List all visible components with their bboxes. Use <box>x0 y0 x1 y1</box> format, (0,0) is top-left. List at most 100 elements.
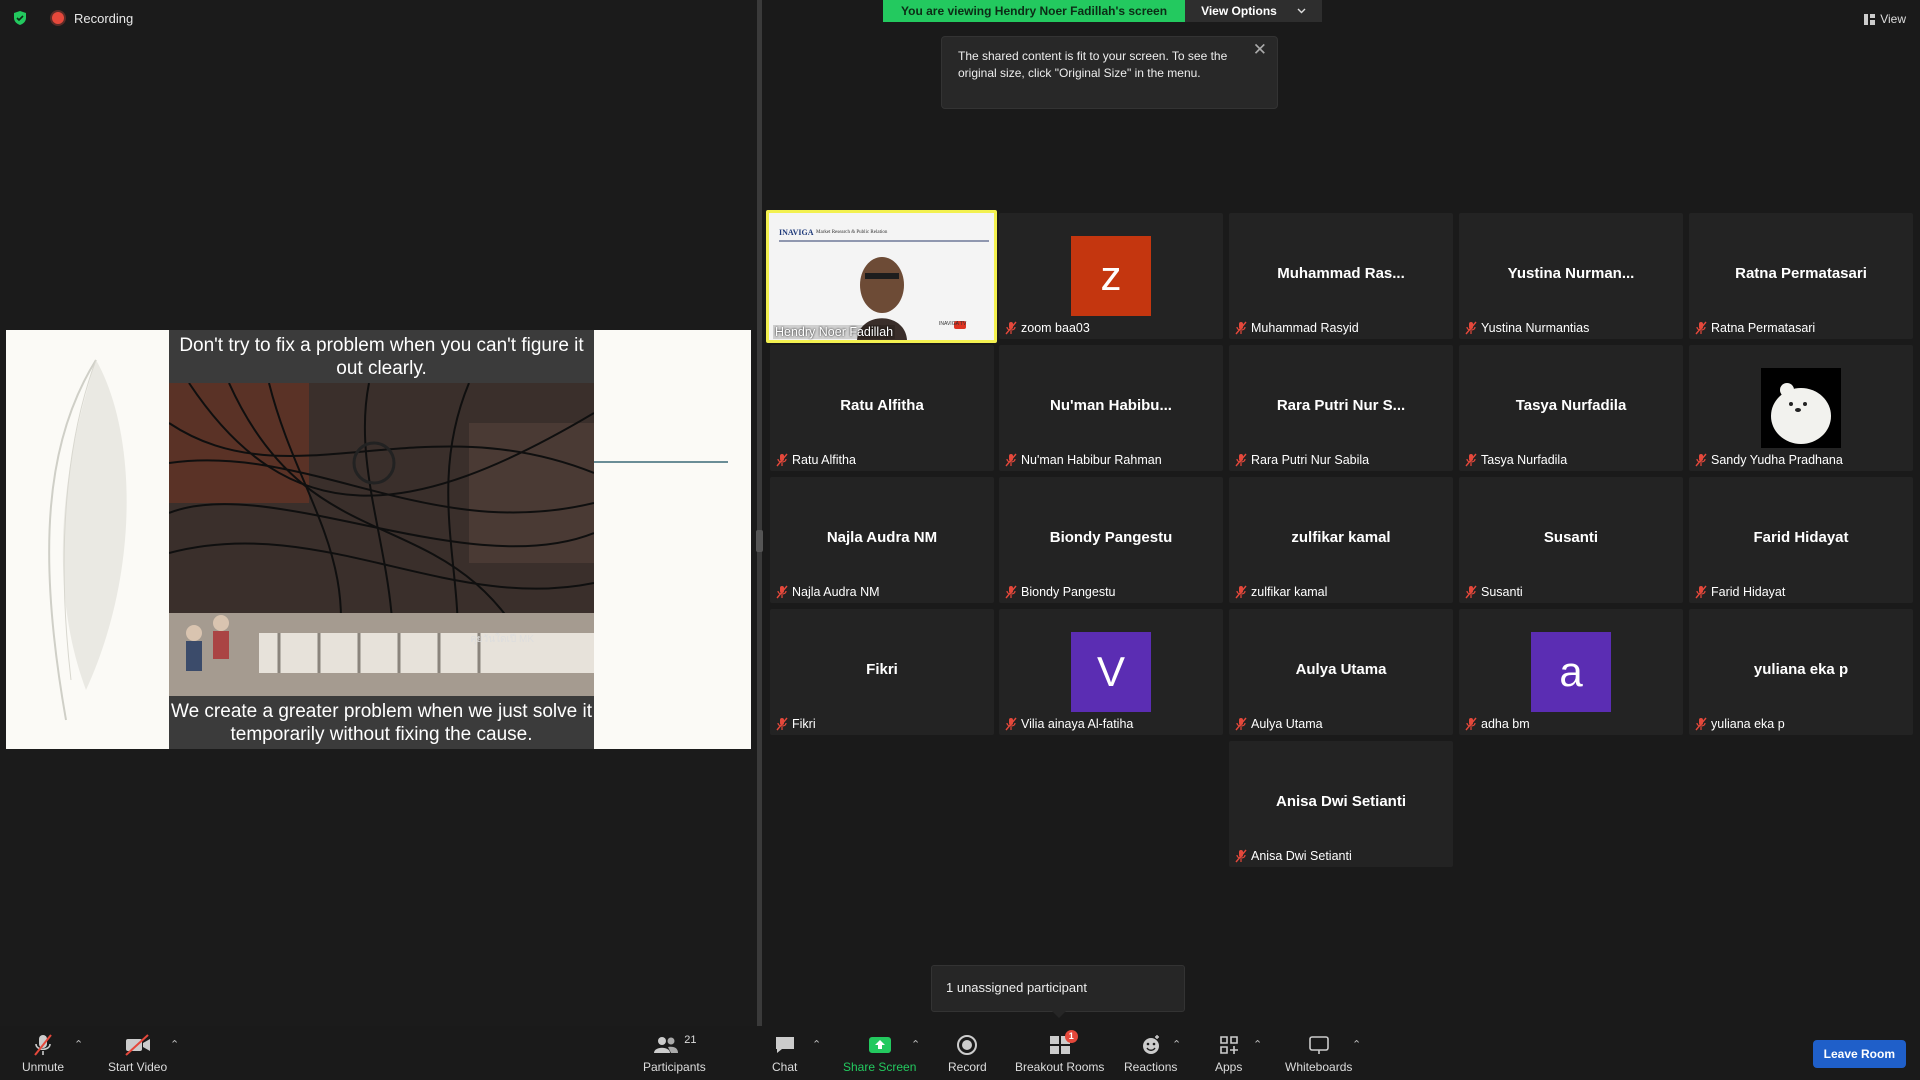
participant-display-name: Fikri <box>866 661 898 678</box>
whiteboard-icon <box>1308 1036 1329 1054</box>
breakout-rooms-button[interactable]: 1 Breakout Rooms <box>1015 1030 1104 1074</box>
view-options-button[interactable]: View Options <box>1185 0 1322 22</box>
participant-display-name: Nu'man Habibu... <box>1050 397 1172 414</box>
close-icon[interactable]: ✕ <box>1253 41 1267 58</box>
logo-subtitle: Market Research & Public Relation <box>816 230 888 235</box>
fit-screen-notification: The shared content is fit to your screen… <box>941 36 1278 109</box>
participant-tile[interactable]: Anisa Dwi Setianti Anisa Dwi Setianti <box>1229 741 1453 867</box>
reactions-caret-icon[interactable]: ⌃ <box>1172 1038 1181 1051</box>
participant-display-name: Aulya Utama <box>1295 661 1387 678</box>
participant-tile[interactable]: Yustina Nurman... Yustina Nurmantias <box>1459 213 1683 339</box>
chevron-down-icon <box>1297 8 1306 14</box>
participant-name: Fikri <box>792 717 816 731</box>
active-speaker-tile[interactable]: INAVIGA Market Research & Public Relatio… <box>766 210 997 343</box>
participant-name-label: Tasya Nurfadila <box>1465 453 1567 467</box>
slide-bottom-caption: We create a greater problem when we just… <box>169 696 594 749</box>
leave-room-button[interactable]: Leave Room <box>1812 1040 1906 1068</box>
audio-options-caret-icon[interactable]: ⌃ <box>74 1038 83 1051</box>
participant-tile[interactable]: Fikri Fikri <box>770 609 994 735</box>
muted-mic-icon <box>1005 717 1017 731</box>
chat-button[interactable]: Chat <box>772 1032 797 1074</box>
reactions-button[interactable]: Reactions <box>1124 1032 1177 1074</box>
muted-mic-icon <box>776 453 788 467</box>
shield-icon <box>14 11 26 25</box>
participant-tile[interactable]: zulfikar kamal zulfikar kamal <box>1229 477 1453 603</box>
video-options-caret-icon[interactable]: ⌃ <box>170 1038 179 1051</box>
participants-button[interactable]: 21 Participants <box>643 1032 706 1074</box>
participant-tile[interactable]: a adha bm <box>1459 609 1683 735</box>
participant-name: Aulya Utama <box>1251 717 1323 731</box>
record-button[interactable]: Record <box>948 1032 987 1074</box>
pane-divider[interactable] <box>757 0 762 1026</box>
slide-accent-line <box>594 461 728 463</box>
status-bar: Recording <box>12 10 133 26</box>
chat-label: Chat <box>772 1060 798 1074</box>
grid-icon <box>1864 13 1876 25</box>
tangled-cables-image <box>169 383 594 696</box>
recording-label[interactable]: Recording <box>74 11 133 26</box>
bear-sticker-avatar <box>1761 368 1841 448</box>
view-button[interactable]: View <box>1864 12 1906 26</box>
participant-tile[interactable]: yuliana eka p yuliana eka p <box>1689 609 1913 735</box>
participant-tile[interactable]: Muhammad Ras... Muhammad Rasyid <box>1229 213 1453 339</box>
participant-name-label: yuliana eka p <box>1695 717 1785 731</box>
participant-tile[interactable]: Susanti Susanti <box>1459 477 1683 603</box>
participant-tile[interactable]: Biondy Pangestu Biondy Pangestu <box>999 477 1223 603</box>
divider-handle[interactable] <box>756 530 763 552</box>
chat-icon <box>775 1037 794 1053</box>
participant-name-label: Ratu Alfitha <box>776 453 856 467</box>
participant-tile[interactable]: Tasya Nurfadila Tasya Nurfadila <box>1459 345 1683 471</box>
participant-name-label: Farid Hidayat <box>1695 585 1785 599</box>
participant-tile[interactable]: V Vilia ainaya Al-fatiha <box>999 609 1223 735</box>
participant-name-label: Fikri <box>776 717 816 731</box>
presentation-slide: Don't try to fix a problem when you can'… <box>6 330 751 749</box>
participant-name-label: Yustina Nurmantias <box>1465 321 1589 335</box>
view-options-label: View Options <box>1201 4 1277 18</box>
apps-caret-icon[interactable]: ⌃ <box>1253 1038 1262 1051</box>
participant-name: zulfikar kamal <box>1251 585 1328 599</box>
participant-tile[interactable]: Nu'man Habibu... Nu'man Habibur Rahman <box>999 345 1223 471</box>
participant-display-name: Najla Audra NM <box>826 529 938 546</box>
unmute-label: Unmute <box>22 1060 65 1074</box>
muted-mic-icon <box>1695 585 1707 599</box>
participant-tile[interactable]: z zoom baa03 <box>999 213 1223 339</box>
chat-options-caret-icon[interactable]: ⌃ <box>812 1038 821 1051</box>
share-screen-button[interactable]: Share Screen <box>843 1032 916 1074</box>
participant-name-label: Sandy Yudha Pradhana <box>1695 453 1843 467</box>
participant-name: Susanti <box>1481 585 1523 599</box>
breakout-badge: 1 <box>1064 1030 1078 1043</box>
slide-watermark: คุยวันใดเปี MK <box>470 634 534 645</box>
participant-name-label: Najla Audra NM <box>776 585 880 599</box>
whiteboards-caret-icon[interactable]: ⌃ <box>1352 1038 1361 1051</box>
participant-tile[interactable]: Ratu Alfitha Ratu Alfitha <box>770 345 994 471</box>
participants-icon <box>654 1037 679 1053</box>
share-options-caret-icon[interactable]: ⌃ <box>911 1038 920 1051</box>
screen-share-banner: You are viewing Hendry Noer Fadillah's s… <box>883 0 1322 22</box>
share-screen-icon <box>868 1037 891 1053</box>
participant-name-label: Vilia ainaya Al-fatiha <box>1005 717 1133 731</box>
whiteboards-label: Whiteboards <box>1285 1060 1353 1074</box>
apps-button[interactable]: Apps <box>1215 1032 1242 1074</box>
participant-display-name: Anisa Dwi Setianti <box>1275 793 1407 810</box>
meeting-toolbar: Unmute ⌃ Start Video ⌃ 21 Participants C… <box>0 1026 1920 1080</box>
participant-tile[interactable]: Aulya Utama Aulya Utama <box>1229 609 1453 735</box>
participant-tile[interactable]: Rara Putri Nur S... Rara Putri Nur Sabila <box>1229 345 1453 471</box>
muted-mic-icon <box>1695 717 1707 731</box>
participant-name-label: zulfikar kamal <box>1235 585 1327 599</box>
participant-name: adha bm <box>1481 717 1530 731</box>
slide-photo: Don't try to fix a problem when you can'… <box>169 330 594 749</box>
start-video-button[interactable]: Start Video <box>108 1032 167 1074</box>
participant-tile[interactable]: Najla Audra NM Najla Audra NM <box>770 477 994 603</box>
participant-tile[interactable]: Farid Hidayat Farid Hidayat <box>1689 477 1913 603</box>
participant-tile[interactable]: Ratna Permatasari Ratna Permatasari <box>1689 213 1913 339</box>
whiteboards-button[interactable]: Whiteboards <box>1285 1032 1352 1074</box>
participant-name-label: Biondy Pangestu <box>1005 585 1116 599</box>
participant-tile[interactable]: Sandy Yudha Pradhana <box>1689 345 1913 471</box>
tile-name-label: Hendry Noer Fadillah <box>773 325 896 339</box>
unmute-button[interactable]: Unmute <box>22 1032 64 1074</box>
muted-mic-icon <box>1005 453 1017 467</box>
muted-mic-icon <box>1465 585 1477 599</box>
viewing-screen-label: You are viewing Hendry Noer Fadillah's s… <box>883 0 1186 22</box>
muted-mic-icon <box>1235 717 1247 731</box>
participants-count: 21 <box>684 1034 697 1046</box>
